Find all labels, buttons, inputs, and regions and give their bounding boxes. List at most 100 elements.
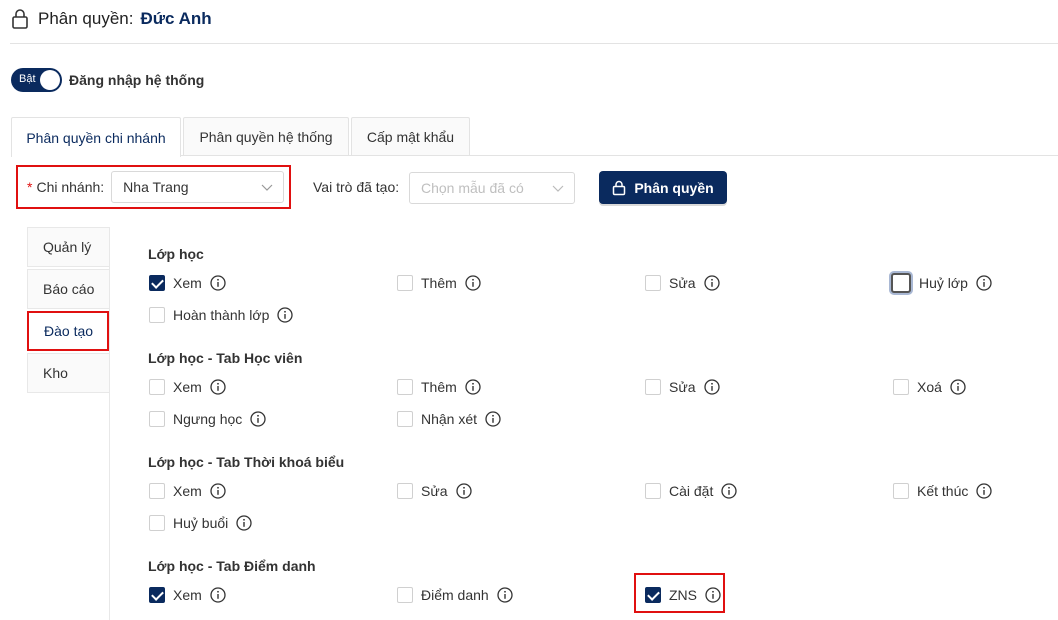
permission-option[interactable]: Sửa [645,273,720,293]
info-circle-icon[interactable] [210,379,226,395]
checkbox[interactable] [645,379,661,395]
branch-label-colon: : [100,179,105,195]
checkbox[interactable] [149,275,165,291]
section-title: Lớp học - Tab Điểm danh [148,558,316,574]
sidebar-item-warehouse[interactable]: Kho [27,353,109,393]
checkbox[interactable] [397,587,413,603]
permission-option[interactable]: Xem [149,377,226,397]
info-circle-icon[interactable] [976,483,993,499]
checkbox[interactable] [149,515,165,531]
toggle-knob [40,70,60,90]
section-title: Lớp học - Tab Học viên [148,350,303,366]
permission-option[interactable]: Thêm [397,377,481,397]
checkbox[interactable] [893,483,909,499]
toggle-label: Đăng nhập hệ thống [69,72,205,88]
checkbox[interactable] [645,483,661,499]
branch-label-text: Chi nhánh [36,179,101,195]
header-divider [10,43,1058,44]
section-title: Lớp học - Tab Thời khoá biểu [148,454,345,470]
sidebar-divider [109,227,110,620]
permission-option[interactable]: Xem [149,585,226,605]
permission-option[interactable]: Điểm danh [397,585,513,605]
assign-permission-button[interactable]: Phân quyền [599,171,727,204]
permission-label: Điểm danh [421,587,489,603]
tab-password[interactable]: Cấp mật khẩu [351,117,470,156]
permission-option[interactable]: Nhận xét [397,409,501,429]
checkbox[interactable] [397,379,413,395]
branch-select-value: Nha Trang [123,179,189,195]
role-select[interactable]: Chọn mẫu đã có [409,172,575,204]
info-circle-icon[interactable] [950,379,966,395]
permission-option[interactable]: Sửa [397,481,472,501]
permission-option[interactable]: Kết thúc [893,481,993,501]
permission-label: Nhận xét [421,411,478,427]
page-title-prefix: Phân quyền: [38,9,134,28]
zns-highlight-frame [634,573,725,613]
permission-label: Xoá [917,379,942,395]
permission-option[interactable]: Huỷ buổi [149,513,252,533]
branch-filter: * Chi nhánh: Nha Trang [16,165,291,209]
info-circle-icon[interactable] [210,587,226,603]
login-toggle-row: Bật Đăng nhập hệ thống [11,68,204,92]
permission-option[interactable]: Huỷ lớp [891,273,992,293]
permission-label: Sửa [669,379,696,395]
info-circle-icon[interactable] [210,483,226,499]
info-circle-icon[interactable] [236,515,252,531]
permission-label: Thêm [421,275,457,291]
permission-label: Huỷ lớp [919,275,968,291]
role-select-placeholder: Chọn mẫu đã có [421,180,524,196]
sidebar-item-management[interactable]: Quản lý [27,227,109,267]
permission-option[interactable]: Xem [149,273,226,293]
permission-option[interactable]: Xoá [893,377,966,397]
checkbox[interactable] [397,275,413,291]
checkbox[interactable] [149,411,165,427]
info-circle-icon[interactable] [703,275,720,291]
lock-icon [613,180,626,195]
login-toggle[interactable]: Bật [11,68,62,92]
permission-label: Ngưng học [173,411,243,427]
sidebar-item-training[interactable]: Đào tạo [27,311,109,351]
permission-option[interactable]: Sửa [645,377,720,397]
info-circle-icon[interactable] [210,275,226,291]
info-circle-icon[interactable] [721,483,738,499]
info-circle-icon[interactable] [465,275,481,291]
permission-label: Huỷ buổi [173,515,229,531]
tab-divider [181,155,1058,156]
info-circle-icon[interactable] [250,411,266,427]
checkbox[interactable] [149,307,165,323]
checkbox[interactable] [893,379,909,395]
permission-option[interactable]: Ngưng học [149,409,266,429]
info-circle-icon[interactable] [485,411,501,427]
sidebar-item-reports[interactable]: Báo cáo [27,269,109,309]
info-circle-icon[interactable] [465,379,481,395]
section-title: Lớp học [148,246,204,262]
permission-label: Xem [173,587,202,603]
info-circle-icon[interactable] [703,379,720,395]
info-circle-icon[interactable] [277,307,294,323]
permission-option[interactable]: Hoàn thành lớp [149,305,294,325]
tab-branch-permissions[interactable]: Phân quyền chi nhánh [11,117,181,157]
info-circle-icon[interactable] [976,275,992,291]
permission-label: Sửa [421,483,448,499]
permission-label: Cài đặt [669,483,714,499]
user-name: Đức Anh [140,9,212,28]
checkbox[interactable] [645,275,661,291]
required-mark: * [27,179,33,195]
permission-label: Hoàn thành lớp [173,307,270,323]
branch-select[interactable]: Nha Trang [111,171,285,203]
info-circle-icon[interactable] [455,483,472,499]
checkbox[interactable] [891,273,911,293]
checkbox[interactable] [149,483,165,499]
checkbox[interactable] [149,587,165,603]
checkbox[interactable] [397,411,413,427]
permission-option[interactable]: Cài đặt [645,481,738,501]
tab-system-permissions[interactable]: Phân quyền hệ thống [183,117,349,156]
role-label: Vai trò đã tạo: [313,179,400,195]
checkbox[interactable] [149,379,165,395]
permission-option[interactable]: Xem [149,481,226,501]
info-circle-icon[interactable] [497,587,513,603]
branch-label: Chi nhánh: [36,179,104,195]
permission-label: Xem [173,379,202,395]
checkbox[interactable] [397,483,413,499]
permission-option[interactable]: Thêm [397,273,481,293]
